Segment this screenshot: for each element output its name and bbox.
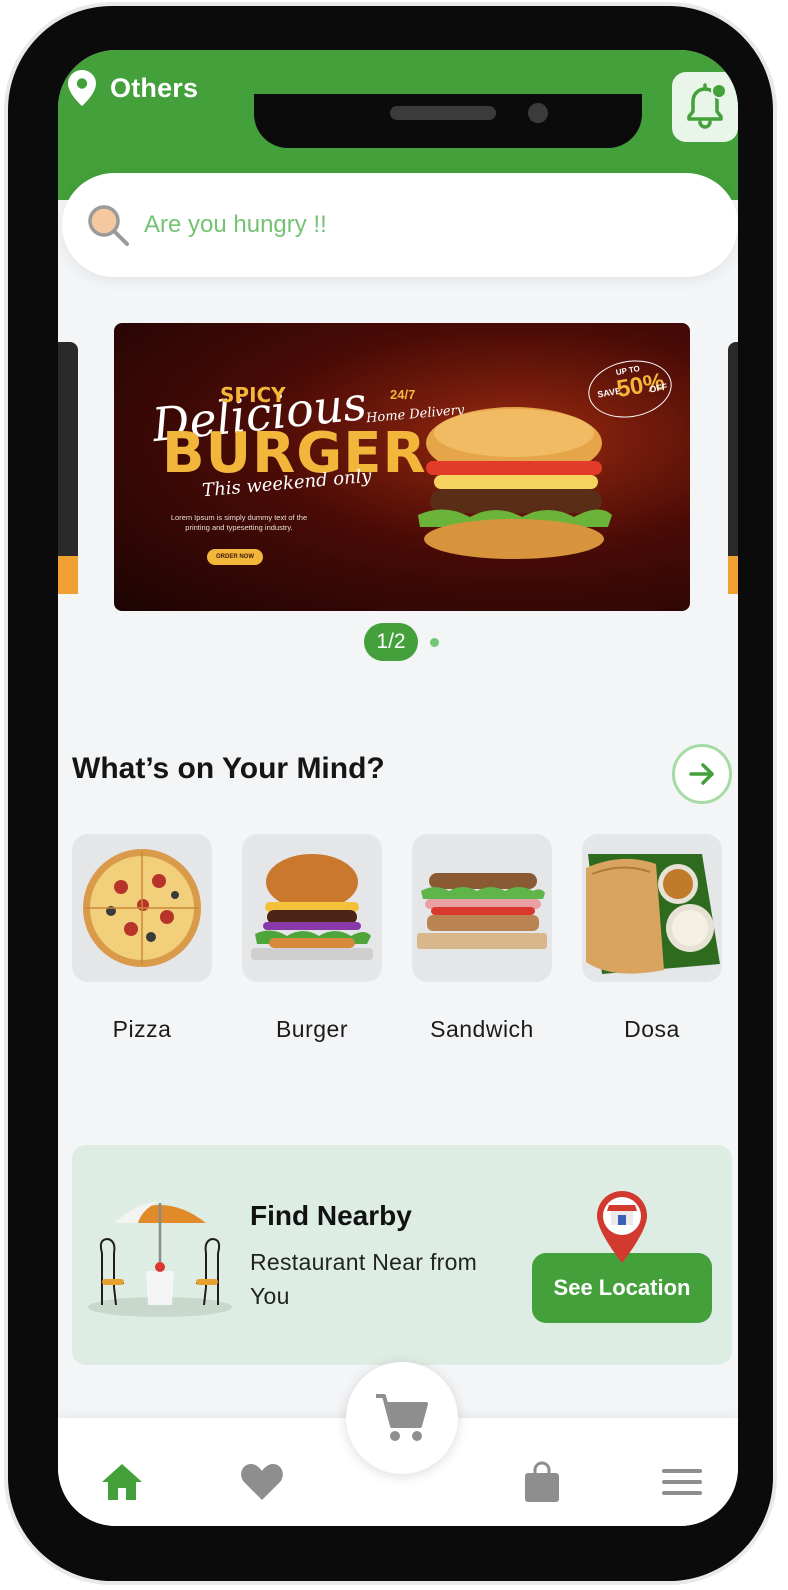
nav-menu[interactable] <box>658 1458 706 1506</box>
category-burger[interactable]: Burger <box>242 834 382 1043</box>
banner-next-peek[interactable] <box>728 342 738 594</box>
pizza-image <box>72 834 212 982</box>
banner-spicy-text: SPICY <box>220 383 286 407</box>
app-screen: Others Delicious SPICY BURGER This weeke… <box>58 50 738 1526</box>
phone-frame: Others Delicious SPICY BURGER This weeke… <box>4 2 777 1585</box>
category-pizza[interactable]: Pizza <box>72 834 212 1043</box>
category-label: Pizza <box>112 1016 172 1042</box>
promo-banner[interactable]: Delicious SPICY BURGER This weekend only… <box>114 323 690 611</box>
dosa-image <box>582 834 722 982</box>
heart-icon <box>241 1464 283 1500</box>
category-label: Sandwich <box>430 1016 534 1042</box>
burger-image <box>242 834 382 982</box>
banner-24-7-text: 24/7 <box>390 387 416 402</box>
arrow-right-icon <box>689 763 714 785</box>
banner-description: Lorem Ipsum is simply dummy text of the … <box>170 513 308 532</box>
category-label: Burger <box>275 1016 349 1042</box>
banner-page-dot[interactable] <box>430 637 439 647</box>
nav-home[interactable] <box>98 1458 146 1506</box>
banner-previous-peek[interactable] <box>58 342 78 594</box>
notification-button[interactable] <box>672 72 738 142</box>
category-dosa[interactable]: Dosa <box>582 834 722 1043</box>
find-nearby-title: Find Nearby <box>250 1200 412 1231</box>
speaker-grille <box>390 106 496 120</box>
banner-page-indicator: 1/2 <box>364 623 418 661</box>
cart-icon <box>376 1394 428 1441</box>
search-icon <box>88 205 129 246</box>
banner-order-now-button[interactable]: ORDER NOW <box>207 549 263 565</box>
sandwich-image <box>412 834 552 982</box>
store-location-pin-icon <box>597 1191 647 1263</box>
categories-section-title: What’s on Your Mind? <box>72 752 385 785</box>
bag-icon <box>525 1461 559 1502</box>
phone-notch <box>254 94 642 148</box>
bell-icon <box>687 83 727 129</box>
location-pin-icon <box>68 70 96 106</box>
home-icon <box>102 1464 142 1500</box>
category-label: Dosa <box>624 1016 680 1042</box>
front-camera <box>528 103 548 123</box>
location-label: Others <box>110 72 199 103</box>
location-selector[interactable]: Others <box>68 70 198 106</box>
banner-burger-image <box>418 407 612 559</box>
nav-orders[interactable] <box>518 1458 566 1506</box>
find-nearby-subtitle: Restaurant Near from You <box>250 1249 478 1309</box>
cafe-table-illustration <box>88 1201 232 1317</box>
nav-favorites[interactable] <box>238 1458 286 1506</box>
banner-pager: 1/2 <box>364 623 439 661</box>
search-input[interactable] <box>144 211 584 239</box>
menu-icon <box>662 1469 702 1495</box>
cart-button[interactable] <box>346 1362 458 1474</box>
category-sandwich[interactable]: Sandwich <box>412 834 552 1043</box>
search-bar[interactable] <box>62 173 738 277</box>
find-nearby-card: Find Nearby Restaurant Near from You See… <box>72 1145 732 1365</box>
see-all-categories-button[interactable] <box>672 744 732 804</box>
